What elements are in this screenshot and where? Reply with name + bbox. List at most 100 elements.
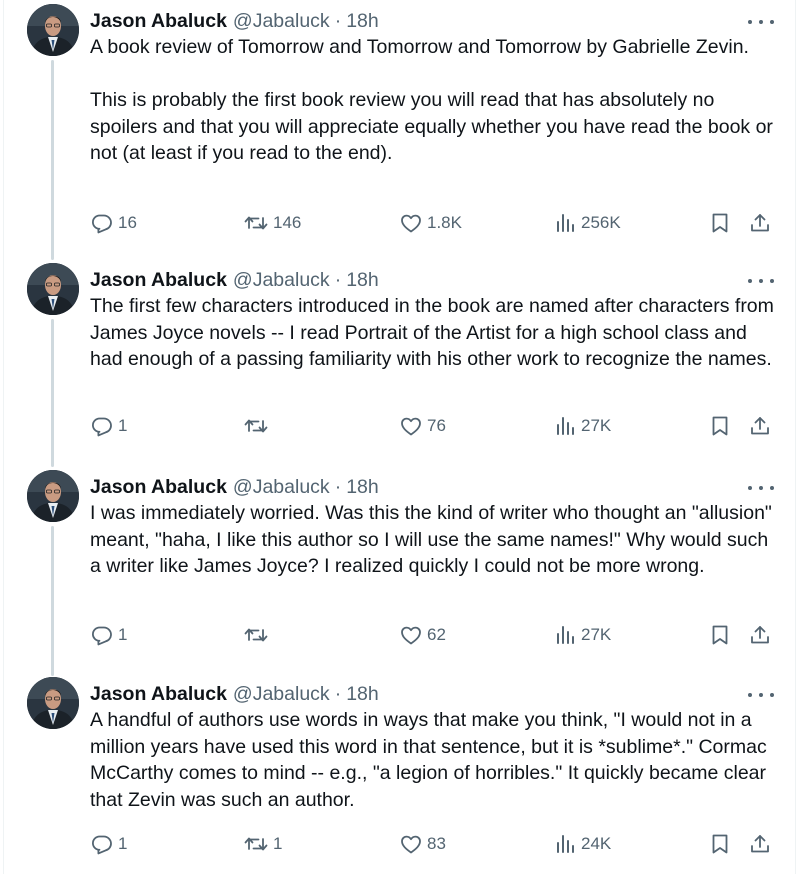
header-separator: · (334, 9, 342, 32)
views-count: 27K (581, 416, 612, 435)
author-handle[interactable]: @Jabaluck (233, 10, 330, 33)
avatar[interactable] (27, 263, 79, 315)
retweet-button[interactable]: 1 (243, 829, 282, 859)
bookmark-icon (712, 834, 728, 854)
tweet-paragraph: I was immediately worried. Was this the … (90, 502, 772, 577)
timestamp[interactable]: 18h (346, 683, 379, 706)
author-name[interactable]: Jason Abaluck (90, 269, 227, 292)
reply-button[interactable]: 1 (90, 829, 127, 859)
tweet-paragraph: A book review of Tomorrow and Tomorrow a… (90, 36, 749, 58)
more-icon[interactable] (748, 478, 774, 498)
views-button[interactable]: 27K (555, 620, 611, 650)
timestamp[interactable]: 18h (346, 10, 379, 33)
timestamp[interactable]: 18h (346, 476, 379, 499)
reply-button[interactable]: 16 (90, 208, 137, 238)
reply-icon (92, 626, 112, 646)
tweet-text: The first few characters introduced in t… (90, 293, 780, 373)
bookmark-icon (712, 416, 728, 436)
like-icon (401, 417, 421, 436)
share-button[interactable] (748, 208, 772, 238)
bookmark-button[interactable] (708, 620, 732, 650)
author-handle[interactable]: @Jabaluck (233, 476, 330, 499)
author-name[interactable]: Jason Abaluck (90, 683, 227, 706)
share-icon (751, 214, 769, 232)
reply-button[interactable]: 1 (90, 411, 127, 441)
share-button[interactable] (748, 620, 772, 650)
share-button[interactable] (748, 829, 772, 859)
tweet-header: Jason Abaluck @Jabaluck · 18h (90, 267, 379, 293)
bookmark-icon (712, 625, 728, 645)
retweet-button[interactable] (243, 411, 273, 441)
tweet-paragraph: A handful of authors use words in ways t… (90, 709, 767, 811)
reply-icon (92, 835, 112, 855)
views-icon (557, 417, 574, 435)
thread-connector-line (51, 319, 54, 467)
more-icon[interactable] (748, 685, 774, 705)
reply-count: 1 (118, 834, 128, 853)
like-icon (401, 835, 421, 854)
views-count: 256K (581, 213, 621, 232)
tweet-text: A book review of Tomorrow and Tomorrow a… (90, 34, 780, 167)
share-button[interactable] (748, 411, 772, 441)
retweet-count: 1 (273, 834, 283, 853)
more-icon[interactable] (748, 12, 774, 32)
views-button[interactable]: 27K (555, 411, 611, 441)
header-separator: · (334, 268, 342, 291)
timestamp[interactable]: 18h (346, 269, 379, 292)
action-bar: 1 62 27K (0, 620, 800, 650)
author-name[interactable]: Jason Abaluck (90, 476, 227, 499)
reply-count: 1 (118, 416, 128, 435)
avatar-photo (27, 4, 79, 56)
bookmark-button[interactable] (708, 411, 732, 441)
tweet-header: Jason Abaluck @Jabaluck · 18h (90, 8, 379, 34)
like-button[interactable]: 62 (399, 620, 446, 650)
avatar-photo (27, 470, 79, 522)
reply-count: 16 (118, 213, 137, 232)
author-handle[interactable]: @Jabaluck (233, 683, 330, 706)
avatar-photo (27, 263, 79, 315)
thread-connector-line (51, 526, 54, 676)
action-bar: 1 76 27K (0, 411, 800, 441)
avatar-photo (27, 677, 79, 729)
reply-button[interactable]: 1 (90, 620, 127, 650)
like-count: 76 (427, 416, 446, 435)
like-icon (401, 214, 421, 233)
like-icon (401, 626, 421, 645)
share-icon (751, 626, 769, 644)
retweet-icon (244, 216, 268, 230)
bookmark-button[interactable] (708, 208, 732, 238)
tweet-header: Jason Abaluck @Jabaluck · 18h (90, 681, 379, 707)
retweet-button[interactable]: 146 (243, 208, 301, 238)
reply-icon (92, 214, 112, 234)
more-icon[interactable] (748, 271, 774, 291)
views-icon (557, 835, 574, 853)
avatar[interactable] (27, 4, 79, 56)
bookmark-button[interactable] (708, 829, 732, 859)
action-bar: 16 146 1.8K 256K (0, 208, 800, 238)
reply-icon (92, 417, 112, 437)
reply-count: 1 (118, 625, 128, 644)
views-button[interactable]: 24K (555, 829, 611, 859)
tweet-text: I was immediately worried. Was this the … (90, 500, 780, 580)
like-button[interactable]: 76 (399, 411, 446, 441)
views-icon (557, 626, 574, 644)
retweet-count: 146 (273, 213, 302, 232)
share-icon (751, 835, 769, 853)
views-count: 27K (581, 625, 612, 644)
like-count: 83 (427, 834, 446, 853)
header-separator: · (334, 475, 342, 498)
avatar[interactable] (27, 677, 79, 729)
retweet-icon (244, 419, 268, 433)
like-button[interactable]: 1.8K (399, 208, 462, 238)
like-count: 1.8K (427, 213, 462, 232)
author-name[interactable]: Jason Abaluck (90, 10, 227, 33)
views-icon (557, 214, 574, 232)
avatar[interactable] (27, 470, 79, 522)
retweet-button[interactable] (243, 620, 273, 650)
author-handle[interactable]: @Jabaluck (233, 269, 330, 292)
header-separator: · (334, 682, 342, 705)
tweet-text: A handful of authors use words in ways t… (90, 707, 780, 813)
like-button[interactable]: 83 (399, 829, 446, 859)
views-button[interactable]: 256K (555, 208, 621, 238)
action-bar: 1 1 83 24K (0, 829, 800, 859)
